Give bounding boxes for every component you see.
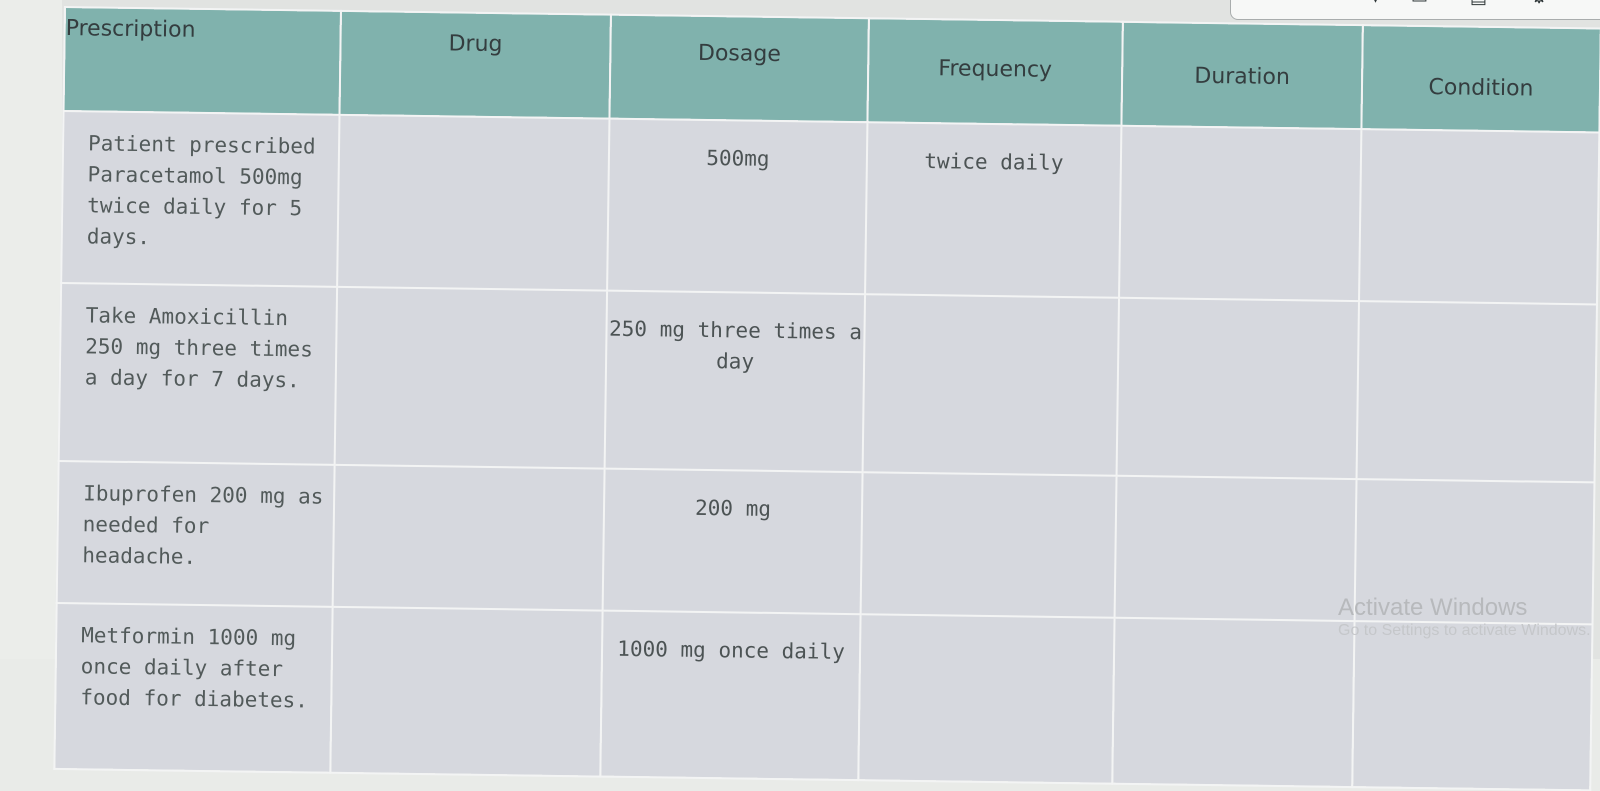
page-icon[interactable]: ▤ — [1470, 0, 1487, 7]
table-row: Patient prescribed Paracetamol 500mg twi… — [61, 111, 1600, 305]
dropdown-icon[interactable]: ▾ — [1371, 0, 1380, 7]
windows-activation-subtitle: Go to Settings to activate Windows. — [1338, 622, 1591, 639]
top-toolbar: ▾ ▭ ▤ ⚙ — [1230, 0, 1600, 20]
duration-cell[interactable] — [1116, 297, 1360, 480]
prescription-cell[interactable]: Patient prescribed Paracetamol 500mg twi… — [61, 111, 340, 287]
prescription-cell[interactable]: Take Amoxicillin 250 mg three times a da… — [58, 282, 338, 465]
header-drug: Drug — [339, 10, 611, 119]
dosage-cell[interactable]: 1000 mg once daily — [600, 610, 861, 781]
condition-cell[interactable] — [1359, 129, 1600, 305]
header-duration: Duration — [1121, 21, 1363, 130]
prescription-cell[interactable]: Metformin 1000 mg once daily after food … — [54, 602, 333, 773]
screen: ▾ ▭ ▤ ⚙ Prescription Drug Dosage Frequen… — [0, 0, 1600, 791]
duration-cell[interactable] — [1114, 475, 1357, 622]
frequency-cell[interactable] — [862, 294, 1120, 476]
dosage-cell[interactable]: 200 mg — [602, 468, 863, 615]
duration-cell[interactable] — [1119, 125, 1362, 302]
header-condition: Condition — [1361, 25, 1600, 133]
windows-activation-watermark: Activate Windows — [1338, 594, 1528, 621]
drug-cell[interactable] — [332, 464, 605, 611]
header-frequency: Frequency — [867, 18, 1123, 126]
condition-cell[interactable] — [1352, 621, 1593, 791]
dosage-cell[interactable]: 500mg — [607, 118, 868, 295]
frequency-cell[interactable] — [858, 614, 1115, 784]
duration-cell[interactable] — [1112, 617, 1355, 788]
drug-cell[interactable] — [337, 114, 610, 291]
dosage-cell[interactable]: 250 mg three times a day — [604, 290, 866, 473]
header-prescription: Prescription — [63, 7, 341, 115]
header-dosage: Dosage — [609, 14, 869, 123]
condition-cell[interactable] — [1356, 301, 1597, 483]
prescription-table-container: Prescription Drug Dosage Frequency Durat… — [54, 6, 1600, 791]
page-icon[interactable]: ▭ — [1411, 0, 1428, 7]
table-row: Take Amoxicillin 250 mg three times a da… — [58, 282, 1597, 483]
drug-cell[interactable] — [330, 606, 603, 777]
prescription-table: Prescription Drug Dosage Frequency Durat… — [53, 6, 1600, 791]
gear-icon[interactable]: ⚙ — [1531, 0, 1547, 7]
frequency-cell[interactable] — [860, 472, 1117, 618]
frequency-cell[interactable]: twice daily — [865, 122, 1122, 298]
drug-cell[interactable] — [334, 286, 608, 469]
prescription-cell[interactable]: Ibuprofen 200 mg as needed for headache. — [56, 460, 335, 607]
